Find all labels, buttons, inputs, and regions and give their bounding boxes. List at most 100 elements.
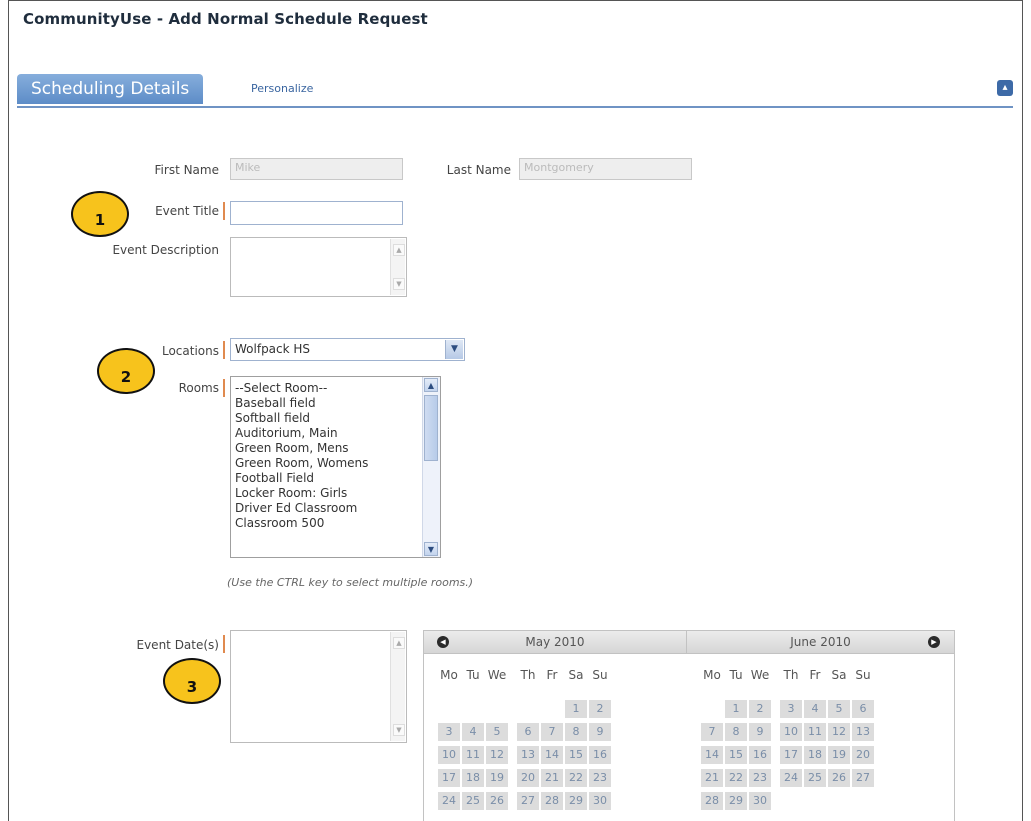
calendar-day[interactable]: 17 — [780, 746, 802, 764]
page-title: CommunityUse - Add Normal Schedule Reque… — [23, 10, 428, 28]
calendar-day[interactable]: 20 — [517, 769, 539, 787]
scroll-up-icon[interactable]: ▲ — [393, 637, 405, 649]
room-option[interactable]: Football Field — [231, 471, 440, 486]
room-option[interactable]: Baseball field — [231, 396, 440, 411]
rooms-listbox[interactable]: --Select Room-- Baseball field Softball fi… — [230, 376, 441, 558]
calendar-day[interactable]: 18 — [462, 769, 484, 787]
calendar-day[interactable]: 3 — [780, 700, 802, 718]
calendar-day[interactable]: 10 — [780, 723, 802, 741]
scroll-down-icon[interactable]: ▼ — [393, 724, 405, 736]
calendar-day[interactable]: 5 — [828, 700, 850, 718]
room-option[interactable]: Locker Room: Girls — [231, 486, 440, 501]
calendar-day[interactable]: 16 — [749, 746, 771, 764]
callout-1: 1 — [71, 191, 129, 237]
calendar-day[interactable]: 12 — [828, 723, 850, 741]
room-option[interactable]: Softball field — [231, 411, 440, 426]
calendar-day[interactable]: 6 — [852, 700, 874, 718]
calendar-day[interactable]: 4 — [804, 700, 826, 718]
calendar-day[interactable]: 23 — [589, 769, 611, 787]
room-option[interactable]: Green Room, Mens — [231, 441, 440, 456]
calendar-day[interactable]: 2 — [749, 700, 771, 718]
last-name-field[interactable]: Montgomery — [519, 158, 692, 180]
calendar-day[interactable]: 16 — [589, 746, 611, 764]
calendar-day[interactable]: 21 — [701, 769, 723, 787]
calendar-day[interactable]: 13 — [517, 746, 539, 764]
textarea-scrollbar[interactable]: ▲ ▼ — [390, 239, 405, 295]
event-title-input[interactable] — [230, 201, 403, 225]
scroll-up-icon[interactable]: ▲ — [393, 244, 405, 256]
calendar-day[interactable]: 15 — [565, 746, 587, 764]
calendar-day[interactable]: 9 — [749, 723, 771, 741]
calendar-day[interactable]: 25 — [804, 769, 826, 787]
calendar-day[interactable]: 11 — [804, 723, 826, 741]
calendar-day[interactable]: 11 — [462, 746, 484, 764]
calendar-day[interactable]: 24 — [438, 792, 460, 810]
calendar-day[interactable]: 22 — [565, 769, 587, 787]
calendar-day[interactable]: 17 — [438, 769, 460, 787]
calendar-day[interactable]: 30 — [749, 792, 771, 810]
calendar-day[interactable]: 1 — [725, 700, 747, 718]
room-option[interactable]: Green Room, Womens — [231, 456, 440, 471]
calendar-day[interactable]: 18 — [804, 746, 826, 764]
calendar-day[interactable]: 26 — [486, 792, 508, 810]
calendar-day[interactable]: 3 — [438, 723, 460, 741]
calendar-day[interactable]: 5 — [486, 723, 508, 741]
calendar-day[interactable]: 19 — [828, 746, 850, 764]
calendar-day[interactable]: 26 — [828, 769, 850, 787]
calendar-day[interactable]: 25 — [462, 792, 484, 810]
calendar-day[interactable]: 1 — [565, 700, 587, 718]
calendar-day[interactable]: 2 — [589, 700, 611, 718]
calendar-day[interactable]: 8 — [725, 723, 747, 741]
month-title-june: June 2010 — [790, 635, 851, 649]
calendar-day[interactable]: 8 — [565, 723, 587, 741]
calendar-day[interactable]: 15 — [725, 746, 747, 764]
event-dates-textarea[interactable]: ▲ ▼ — [230, 630, 407, 743]
room-option[interactable]: --Select Room-- — [231, 381, 440, 396]
calendar-day[interactable]: 10 — [438, 746, 460, 764]
calendar-day[interactable]: 7 — [541, 723, 563, 741]
prev-month-icon[interactable]: ◀ — [437, 636, 449, 648]
next-month-icon[interactable]: ▶ — [928, 636, 940, 648]
calendar-day[interactable]: 28 — [541, 792, 563, 810]
calendar-day[interactable]: 23 — [749, 769, 771, 787]
textarea-scrollbar[interactable]: ▲ ▼ — [390, 632, 405, 741]
calendar-day[interactable]: 27 — [517, 792, 539, 810]
room-option[interactable]: Auditorium, Main — [231, 426, 440, 441]
calendar-day[interactable]: 14 — [701, 746, 723, 764]
calendar-day[interactable]: 6 — [517, 723, 539, 741]
room-option[interactable]: Classroom 500 — [231, 516, 440, 531]
calendar-day[interactable]: 30 — [589, 792, 611, 810]
calendar-day[interactable]: 29 — [565, 792, 587, 810]
room-option[interactable]: Driver Ed Classroom — [231, 501, 440, 516]
calendar-day[interactable]: 4 — [462, 723, 484, 741]
calendar-day[interactable]: 7 — [701, 723, 723, 741]
calendar-day[interactable]: 19 — [486, 769, 508, 787]
rooms-scrollbar[interactable]: ▲ ▼ — [422, 377, 440, 557]
weekday-label: Sa — [831, 668, 847, 682]
calendar-day[interactable]: 9 — [589, 723, 611, 741]
scroll-down-icon[interactable]: ▼ — [393, 278, 405, 290]
calendar-day[interactable]: 28 — [701, 792, 723, 810]
chevron-down-icon[interactable]: ▼ — [445, 340, 463, 359]
scroll-up-icon[interactable]: ▲ — [424, 378, 438, 392]
calendar-day[interactable]: 29 — [725, 792, 747, 810]
calendar-day[interactable]: 14 — [541, 746, 563, 764]
calendar-day[interactable]: 24 — [780, 769, 802, 787]
first-name-field[interactable]: Mike — [230, 158, 403, 180]
calendar-day[interactable]: 22 — [725, 769, 747, 787]
event-description-textarea[interactable]: ▲ ▼ — [230, 237, 407, 297]
collapse-icon[interactable]: ▴ — [997, 80, 1013, 96]
weekday-label: Mo — [440, 668, 458, 682]
calendar-day[interactable]: 21 — [541, 769, 563, 787]
personalize-link[interactable]: Personalize — [251, 82, 313, 95]
calendar-day[interactable]: 27 — [852, 769, 874, 787]
calendar-day[interactable]: 12 — [486, 746, 508, 764]
weekday-label: Tu — [466, 668, 480, 682]
calendar-day[interactable]: 20 — [852, 746, 874, 764]
scroll-thumb[interactable] — [424, 395, 438, 461]
scroll-down-icon[interactable]: ▼ — [424, 542, 438, 556]
weekday-label: Su — [592, 668, 608, 682]
locations-select[interactable]: Wolfpack HS ▼ — [230, 338, 465, 361]
calendar-day[interactable]: 13 — [852, 723, 874, 741]
tab-scheduling-details[interactable]: Scheduling Details — [17, 74, 204, 104]
